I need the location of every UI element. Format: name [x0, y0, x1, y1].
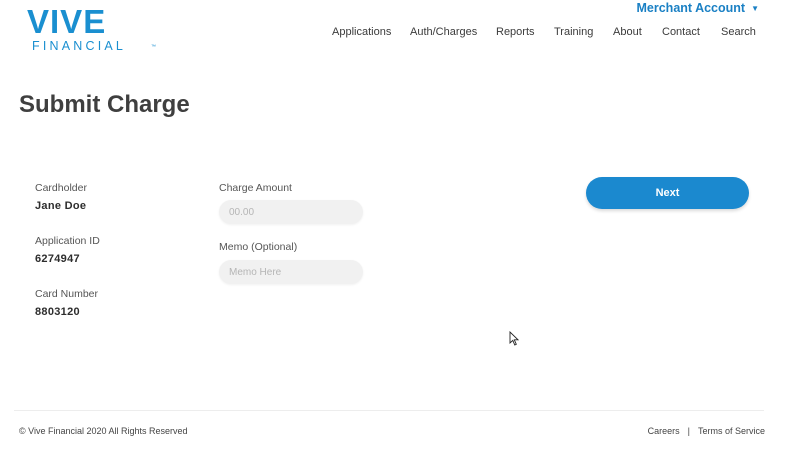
memo-input[interactable]	[219, 260, 363, 284]
charge-amount-label: Charge Amount	[219, 182, 292, 194]
next-button[interactable]: Next	[586, 177, 749, 209]
copyright-text: © Vive Financial 2020 All Rights Reserve…	[19, 426, 188, 436]
application-id-label: Application ID	[35, 235, 100, 247]
terms-of-service-link[interactable]: Terms of Service	[698, 426, 765, 436]
nav-training[interactable]: Training	[554, 26, 593, 38]
chevron-down-icon: ▼	[751, 3, 759, 13]
card-number-value: 8803120	[35, 306, 80, 318]
nav-about[interactable]: About	[613, 26, 642, 38]
footer-separator: |	[687, 426, 690, 436]
careers-link[interactable]: Careers	[648, 426, 680, 436]
merchant-account-menu[interactable]: Merchant Account ▼	[637, 1, 760, 15]
page-title: Submit Charge	[19, 91, 190, 118]
cardholder-value: Jane Doe	[35, 200, 87, 212]
footer-divider	[14, 410, 764, 411]
mouse-cursor-icon	[509, 331, 519, 346]
logo-trademark: ™	[151, 44, 156, 50]
memo-label: Memo (Optional)	[219, 241, 298, 253]
nav-auth-charges[interactable]: Auth/Charges	[410, 26, 477, 38]
footer-links: Careers | Terms of Service	[648, 426, 765, 436]
main-nav: Applications Auth/Charges Reports Traini…	[0, 26, 799, 42]
merchant-account-label: Merchant Account	[636, 1, 746, 15]
card-number-label: Card Number	[35, 288, 99, 300]
cardholder-label: Cardholder	[35, 182, 87, 194]
nav-reports[interactable]: Reports	[496, 26, 535, 38]
nav-search[interactable]: Search	[721, 26, 756, 38]
application-id-value: 6274947	[35, 253, 80, 265]
nav-applications[interactable]: Applications	[332, 26, 391, 38]
charge-amount-input[interactable]	[219, 200, 363, 224]
nav-contact[interactable]: Contact	[662, 26, 700, 38]
